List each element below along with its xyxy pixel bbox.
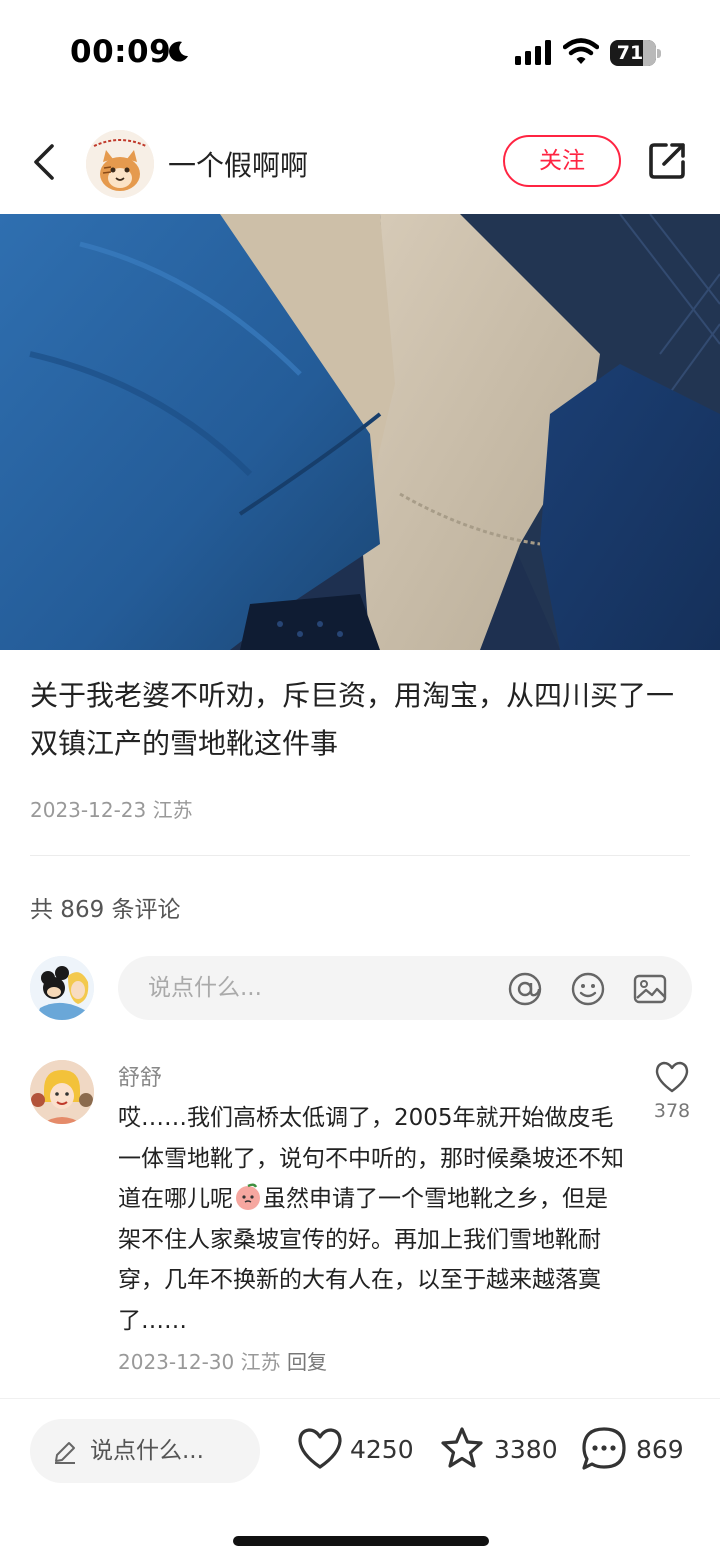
author-name[interactable]: 一个假啊啊 <box>168 144 308 184</box>
heart-icon <box>298 1428 342 1469</box>
back-button[interactable] <box>28 140 62 184</box>
cellular-signal-icon <box>515 40 551 65</box>
comment-total-count: 869 <box>636 1435 684 1464</box>
image-icon[interactable] <box>633 972 667 1006</box>
status-time: 00:09 <box>70 34 172 70</box>
my-avatar <box>30 956 94 1020</box>
peach-emoji-icon <box>236 1183 260 1210</box>
star-icon <box>441 1427 483 1468</box>
comment-meta: 2023-12-30 江苏 回复 <box>118 1346 327 1375</box>
comment-action[interactable]: 869 <box>580 1425 692 1477</box>
post-photo[interactable] <box>0 214 720 650</box>
comment-like-icon[interactable] <box>654 1060 690 1094</box>
battery-indicator: 71 <box>610 40 661 66</box>
share-icon[interactable] <box>646 140 688 182</box>
reply-button[interactable]: 回复 <box>287 1350 327 1374</box>
comment-count: 共 869 条评论 <box>30 897 181 923</box>
post-date-location: 2023-12-23 江苏 <box>30 798 193 822</box>
nav-bar: 一个假啊啊 关注 <box>0 120 720 210</box>
favorite-action[interactable]: 3380 <box>438 1425 560 1477</box>
comment-date-location: 2023-12-30 江苏 <box>118 1350 281 1374</box>
bottom-comment-input[interactable]: 说点什么... <box>30 1419 260 1483</box>
divider <box>30 855 690 856</box>
follow-button[interactable]: 关注 <box>503 135 621 187</box>
commenter-name[interactable]: 舒舒 <box>118 1060 162 1092</box>
cartoon-girl-avatar-image <box>30 1060 94 1124</box>
cartoon-avatar-image <box>30 956 94 1020</box>
pencil-icon <box>55 1442 75 1464</box>
status-bar: 00:09 71 <box>0 0 720 104</box>
battery-level: 71 <box>616 42 644 64</box>
home-indicator[interactable] <box>233 1536 489 1546</box>
author-avatar[interactable] <box>86 130 154 198</box>
emoji-icon[interactable] <box>571 972 605 1006</box>
comment-bubble-icon <box>582 1427 626 1470</box>
like-action[interactable]: 4250 <box>296 1425 418 1477</box>
comment-input-placeholder: 说点什么... <box>148 975 262 1001</box>
comment-like-count: 378 <box>653 1100 691 1122</box>
cat-avatar-image <box>86 130 154 198</box>
moon-icon <box>169 41 188 62</box>
comment-text: 哎……我们高桥太低调了，2005年就开始做皮毛一体雪地靴了，说句不中听的，那时候… <box>118 1098 628 1341</box>
mention-icon[interactable] <box>508 972 542 1006</box>
bottom-input-placeholder: 说点什么... <box>90 1438 204 1464</box>
wifi-icon <box>563 38 599 64</box>
favorite-count: 3380 <box>494 1435 558 1464</box>
post-title: 关于我老婆不听劝，斥巨资，用淘宝，从四川买了一双镇江产的雪地靴这件事 <box>30 679 675 760</box>
commenter-avatar[interactable] <box>30 1060 94 1124</box>
like-count: 4250 <box>350 1435 414 1464</box>
bottom-bar: 说点什么... 4250 3380 869 <box>0 1398 720 1560</box>
snow-boots-photo <box>0 214 720 650</box>
comment-input[interactable]: 说点什么... <box>118 956 692 1020</box>
